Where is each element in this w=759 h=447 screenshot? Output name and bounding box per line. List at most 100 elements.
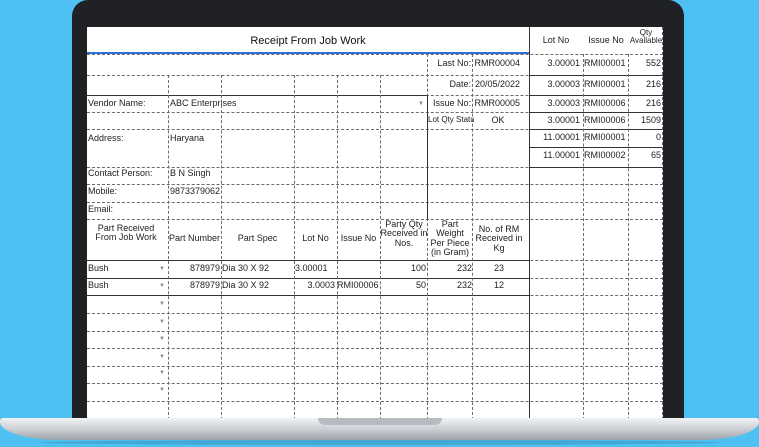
- gridline: [87, 54, 663, 55]
- side-row-qty-available: 0: [655, 133, 661, 142]
- row-rm-received[interactable]: 12: [473, 281, 525, 290]
- gridline: [628, 54, 629, 420]
- gridline: [529, 112, 663, 113]
- gridline: [87, 202, 663, 203]
- gridline: [87, 278, 529, 279]
- gridline: [87, 184, 663, 185]
- gridline: [583, 54, 584, 420]
- vendor-dropdown-icon[interactable]: ▼: [418, 101, 424, 107]
- gridline: [529, 75, 663, 76]
- gridline: [529, 147, 663, 148]
- row-party-qty[interactable]: 50: [381, 281, 426, 290]
- gridline: [337, 75, 338, 420]
- row-lot-no[interactable]: 3.00001: [295, 264, 335, 273]
- gridline: [662, 27, 663, 420]
- gridline: [529, 129, 663, 130]
- mobile-label: Mobile:: [88, 187, 118, 196]
- side-row-qty-available: 216: [645, 80, 661, 89]
- part-dropdown-icon[interactable]: ▼: [159, 301, 165, 307]
- side-row-issue-no: RMI00001: [584, 59, 626, 68]
- side-row-issue-no: RMI00002: [584, 151, 626, 160]
- side-header-lot-no: Lot No: [542, 36, 570, 45]
- gridline: [87, 260, 529, 261]
- side-row-qty-available: 65: [650, 151, 661, 160]
- row-rm-received[interactable]: 23: [473, 264, 525, 273]
- gridline: [221, 75, 222, 420]
- last-no-label: Last No:: [437, 59, 471, 68]
- gridline: [87, 401, 663, 402]
- part-dropdown-icon[interactable]: ▼: [159, 283, 165, 289]
- gridline: [87, 219, 663, 220]
- row-party-qty[interactable]: 100: [381, 264, 426, 273]
- date-value[interactable]: 20/05/2022: [472, 80, 520, 89]
- row-part[interactable]: Bush: [88, 281, 148, 290]
- laptop-notch: [318, 418, 442, 425]
- gridline: [380, 75, 381, 420]
- gridline: [87, 348, 663, 349]
- gridline: [87, 366, 663, 367]
- vendor-name-value[interactable]: ABC Enterprises: [170, 99, 320, 108]
- part-dropdown-icon[interactable]: ▼: [159, 354, 165, 360]
- side-row-lot-no: 3.00001: [547, 59, 580, 68]
- row-part-number[interactable]: 878979: [171, 264, 220, 273]
- gridline: [529, 27, 530, 420]
- side-row-lot-no: 3.00001: [547, 116, 580, 125]
- side-row-issue-no: RMI00001: [584, 80, 626, 89]
- side-header-qty-available: Qty Available: [629, 29, 663, 46]
- part-dropdown-icon[interactable]: ▼: [159, 336, 165, 342]
- contact-person-value[interactable]: B N Singh: [170, 169, 320, 178]
- address-value[interactable]: Haryana: [170, 134, 320, 143]
- gridline: [87, 95, 427, 96]
- row-part-number[interactable]: 878979: [171, 281, 220, 290]
- last-no-value[interactable]: RMR00004: [472, 59, 520, 68]
- part-dropdown-icon[interactable]: ▼: [159, 387, 165, 393]
- col-header-part-weight: Part Weight Per Piece (in Gram): [430, 220, 470, 258]
- side-row-issue-no: RMI00006: [584, 99, 626, 108]
- part-dropdown-icon[interactable]: ▼: [159, 319, 165, 325]
- side-row-qty-available: 1509: [640, 116, 661, 125]
- contact-person-label: Contact Person:: [88, 169, 153, 178]
- row-part-spec[interactable]: Dia 30 X 92: [222, 264, 292, 273]
- part-dropdown-icon[interactable]: ▼: [159, 370, 165, 376]
- laptop-shadow: [40, 440, 720, 445]
- issue-no-label: Issue No:: [432, 99, 471, 108]
- side-row-lot-no: 3.00003: [547, 99, 580, 108]
- issue-no-value[interactable]: RMR00005: [472, 99, 520, 108]
- row-issue-no[interactable]: RMI00006: [337, 281, 379, 290]
- gridline: [427, 95, 428, 220]
- row-part[interactable]: Bush: [88, 264, 148, 273]
- gridline: [87, 313, 663, 314]
- gridline: [529, 167, 663, 168]
- qty-status-value: OK: [491, 116, 505, 125]
- row-part-weight[interactable]: 232: [429, 281, 472, 290]
- side-row-lot-no: 3.00003: [547, 80, 580, 89]
- row-lot-no[interactable]: 3.0003: [295, 281, 335, 290]
- spreadsheet-screen: Receipt From Job Work Lot No Issue No Qt…: [87, 27, 663, 420]
- date-label: Date:: [449, 80, 471, 89]
- gridline: [472, 54, 473, 420]
- col-header-rm-received: No. of RM Received in Kg: [475, 225, 523, 253]
- mobile-value[interactable]: 9873379062: [170, 187, 320, 196]
- side-row-issue-no: RMI00006: [584, 116, 626, 125]
- gridline: [87, 383, 663, 384]
- col-header-part-number: Part Number: [168, 234, 221, 243]
- part-dropdown-icon[interactable]: ▼: [159, 266, 165, 272]
- email-label: Email:: [88, 205, 114, 214]
- col-header-part-spec: Part Spec: [237, 234, 278, 243]
- side-row-issue-no: RMI00001: [584, 133, 626, 142]
- col-header-lot-no: Lot No: [302, 234, 329, 243]
- col-header-part-received: Part Received From Job Work: [95, 224, 157, 243]
- gridline: [294, 75, 295, 420]
- col-header-party-qty: Party Qty Received in Nos.: [380, 220, 428, 248]
- gridline: [87, 331, 663, 332]
- qty-status-label: Lot Qty Status: [428, 116, 474, 124]
- address-label: Address:: [88, 134, 124, 143]
- col-header-issue-no: Issue No: [340, 234, 377, 243]
- gridline: [529, 95, 663, 96]
- side-row-lot-no: 11.00001: [543, 133, 580, 142]
- side-row-qty-available: 216: [645, 99, 661, 108]
- row-part-weight[interactable]: 232: [429, 264, 472, 273]
- side-row-qty-available: 552: [645, 59, 661, 68]
- row-part-spec[interactable]: Dia 30 X 92: [222, 281, 292, 290]
- side-header-issue-no: Issue No: [588, 36, 624, 45]
